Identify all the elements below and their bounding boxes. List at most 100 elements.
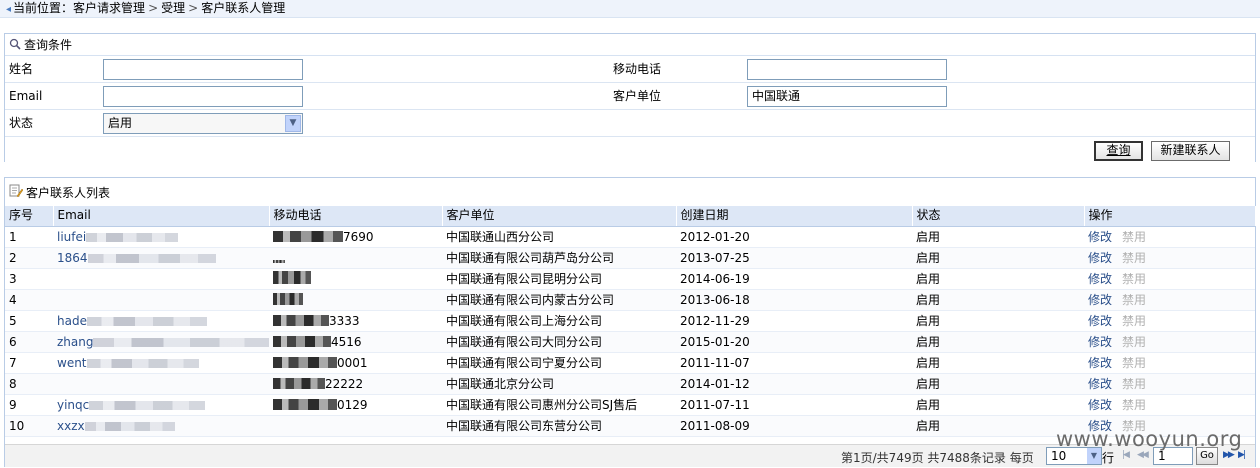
email-cell[interactable]: xxzx <box>53 415 269 437</box>
redacted-mask <box>86 358 199 368</box>
email-cell[interactable] <box>53 373 269 395</box>
actions-cell: 修改 禁用 <box>1084 247 1255 269</box>
date-cell: 2012-11-29 <box>676 310 912 332</box>
column-header-company[interactable]: 客户单位 <box>442 206 677 227</box>
disable-link[interactable]: 禁用 <box>1122 356 1146 370</box>
contact-table: 序号 Email 移动电话 客户单位 创建日期 状态 操作 1 liufei 7… <box>5 206 1256 437</box>
breadcrumb-separator-icon: > <box>188 1 199 15</box>
watermark-text: www.wooyun.org <box>1056 427 1243 451</box>
row-number: 3 <box>5 268 53 290</box>
company-input[interactable]: 中国联通 <box>747 86 947 107</box>
edit-link[interactable]: 修改 <box>1088 314 1112 328</box>
disable-link[interactable]: 禁用 <box>1122 377 1146 391</box>
date-cell: 2014-06-19 <box>676 268 912 290</box>
last-page-icon[interactable]: ▶| <box>1238 450 1246 460</box>
redacted-mask <box>273 230 343 242</box>
edit-link[interactable]: 修改 <box>1088 335 1112 349</box>
row-number: 2 <box>5 247 53 269</box>
row-number: 5 <box>5 310 53 332</box>
email-cell[interactable]: went <box>53 352 269 374</box>
search-button[interactable]: 查询 <box>1094 141 1143 161</box>
edit-list-icon <box>9 184 23 198</box>
status-cell: 启用 <box>912 310 1084 332</box>
next-page-icon[interactable]: ▶▶ <box>1223 450 1235 460</box>
name-input[interactable] <box>103 59 303 80</box>
email-link[interactable]: went <box>57 356 87 370</box>
email-link[interactable]: xxzx <box>57 419 85 433</box>
breadcrumb-item-contact-mgmt: 客户联系人管理 <box>201 1 286 15</box>
company-cell: 中国联通有限公司东营分公司 <box>442 415 676 437</box>
email-cell[interactable]: hade <box>53 310 269 332</box>
new-contact-button[interactable]: 新建联系人 <box>1151 141 1230 161</box>
company-cell: 中国联通有限公司内蒙古分公司 <box>442 289 676 311</box>
disable-link[interactable]: 禁用 <box>1122 335 1146 349</box>
first-page-icon[interactable]: |◀ <box>1122 450 1130 460</box>
table-header-row: 序号 Email 移动电话 客户单位 创建日期 状态 操作 <box>5 206 1256 227</box>
column-header-status[interactable]: 状态 <box>912 206 1085 227</box>
status-cell: 启用 <box>912 226 1084 248</box>
disable-link[interactable]: 禁用 <box>1122 230 1146 244</box>
status-select-value: 启用 <box>108 116 133 130</box>
email-cell[interactable]: liufei <box>53 226 269 248</box>
redacted-mask <box>273 314 329 326</box>
query-button-bar: 查询 新建联系人 <box>5 138 1255 162</box>
email-link[interactable]: liufei <box>57 230 86 244</box>
query-panel: 查询条件 姓名 移动电话 Email 客户单位 中国联通 状态 启用 ▼ 查询 … <box>4 33 1256 162</box>
email-cell[interactable]: zhang <box>53 331 269 353</box>
date-cell: 2012-01-20 <box>676 226 912 248</box>
mobile-value: 22222 <box>325 376 364 391</box>
table-row: 6 zhang 4516 中国联通有限公司大同分公司 2015-01-20 启用… <box>5 331 1255 353</box>
mobile-input[interactable] <box>747 59 947 80</box>
disable-link[interactable]: 禁用 <box>1122 251 1146 265</box>
breadcrumb-item-request-mgmt[interactable]: 客户请求管理 <box>73 1 145 15</box>
email-link[interactable]: hade <box>57 314 87 328</box>
column-header-actions: 操作 <box>1084 206 1256 227</box>
mobile-value: 4516 <box>331 334 362 349</box>
company-cell: 中国联通有限公司大同分公司 <box>442 331 676 353</box>
mobile-cell: 0001 <box>269 352 442 374</box>
contact-list-panel: 客户联系人列表 序号 Email 移动电话 客户单位 创建日期 状态 操作 1 … <box>4 177 1256 467</box>
email-cell[interactable] <box>53 289 269 311</box>
edit-link[interactable]: 修改 <box>1088 230 1112 244</box>
column-header-date[interactable]: 创建日期 <box>676 206 913 227</box>
row-number: 10 <box>5 415 53 437</box>
mobile-cell <box>269 268 442 290</box>
disable-link[interactable]: 禁用 <box>1122 293 1146 307</box>
email-cell[interactable]: 1864 <box>53 247 269 269</box>
email-cell[interactable]: yinqc <box>53 394 269 416</box>
status-cell: 启用 <box>912 331 1084 353</box>
redacted-mask <box>273 259 285 263</box>
column-header-mobile[interactable]: 移动电话 <box>269 206 443 227</box>
edit-link[interactable]: 修改 <box>1088 272 1112 286</box>
breadcrumb-item-accept[interactable]: 受理 <box>161 1 185 15</box>
email-link[interactable]: zhang <box>57 335 93 349</box>
company-cell: 中国联通有限公司葫芦岛分公司 <box>442 247 676 269</box>
email-link[interactable]: yinqc <box>57 398 89 412</box>
table-row: 4 中国联通有限公司内蒙古分公司 2013-06-18 启用 修改 禁用 <box>5 289 1255 311</box>
edit-link[interactable]: 修改 <box>1088 356 1112 370</box>
actions-cell: 修改 禁用 <box>1084 331 1255 353</box>
disable-link[interactable]: 禁用 <box>1122 272 1146 286</box>
edit-link[interactable]: 修改 <box>1088 251 1112 265</box>
redacted-mask <box>273 292 303 305</box>
query-row-status: 状态 启用 ▼ <box>5 110 1255 137</box>
date-cell: 2013-06-18 <box>676 289 912 311</box>
status-select[interactable]: 启用 ▼ <box>103 113 303 134</box>
edit-link[interactable]: 修改 <box>1088 398 1112 412</box>
disable-link[interactable]: 禁用 <box>1122 398 1146 412</box>
magnifier-icon <box>9 38 21 50</box>
actions-cell: 修改 禁用 <box>1084 268 1255 290</box>
edit-link[interactable]: 修改 <box>1088 377 1112 391</box>
email-cell[interactable] <box>53 268 269 290</box>
status-cell: 启用 <box>912 394 1084 416</box>
prev-page-icon[interactable]: ◀◀ <box>1137 450 1149 460</box>
email-input[interactable] <box>103 86 303 107</box>
edit-link[interactable]: 修改 <box>1088 293 1112 307</box>
email-label: Email <box>9 89 43 103</box>
query-row-name: 姓名 移动电话 <box>5 56 1255 83</box>
disable-link[interactable]: 禁用 <box>1122 314 1146 328</box>
email-link[interactable]: 1864 <box>57 251 88 265</box>
chevron-down-icon[interactable]: ▼ <box>285 115 301 132</box>
column-header-email[interactable]: Email <box>53 206 270 227</box>
column-header-no[interactable]: 序号 <box>5 206 54 227</box>
